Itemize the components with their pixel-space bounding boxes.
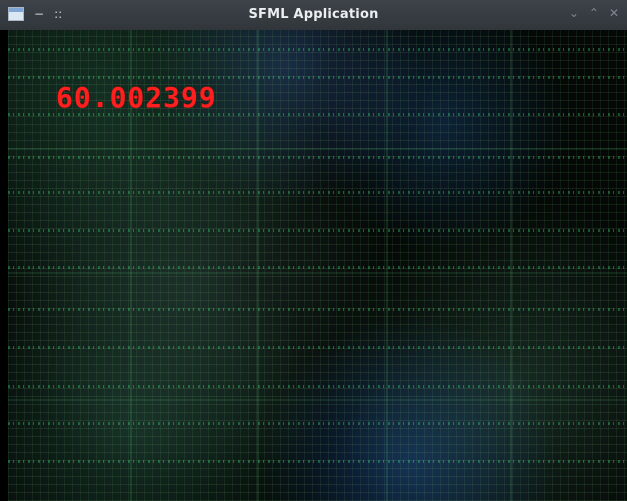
- app-menu-icon[interactable]: [8, 7, 24, 21]
- fps-counter: 60.002399: [56, 81, 217, 114]
- glitch-row: [8, 48, 627, 51]
- glitch-row: [8, 229, 627, 232]
- canvas-divider: [8, 399, 627, 401]
- keep-above-icon[interactable]: ::: [54, 7, 62, 21]
- minimize-icon[interactable]: ⌄: [569, 6, 579, 20]
- glitch-row: [8, 460, 627, 463]
- glitch-row: [8, 266, 627, 269]
- glitch-row: [8, 156, 627, 159]
- minimize-left-icon[interactable]: −: [34, 7, 44, 21]
- close-icon[interactable]: ✕: [609, 6, 619, 20]
- render-canvas[interactable]: 60.002399: [8, 30, 627, 501]
- glitch-row: [8, 76, 627, 79]
- titlebar-right-controls: ⌄ ⌃ ✕: [569, 6, 619, 20]
- glitch-row: [8, 308, 627, 311]
- window-title: SFML Application: [248, 7, 379, 22]
- sfml-window: − :: SFML Application ⌄ ⌃ ✕ 60.002399: [0, 0, 627, 501]
- maximize-icon[interactable]: ⌃: [589, 6, 599, 20]
- glitch-row: [8, 385, 627, 388]
- canvas-divider: [8, 272, 627, 274]
- canvas-divider: [8, 148, 627, 150]
- glitch-row: [8, 346, 627, 349]
- titlebar[interactable]: − :: SFML Application ⌄ ⌃ ✕: [0, 0, 627, 30]
- titlebar-left-controls: − ::: [8, 7, 62, 21]
- glitch-row: [8, 422, 627, 425]
- glitch-row: [8, 191, 627, 194]
